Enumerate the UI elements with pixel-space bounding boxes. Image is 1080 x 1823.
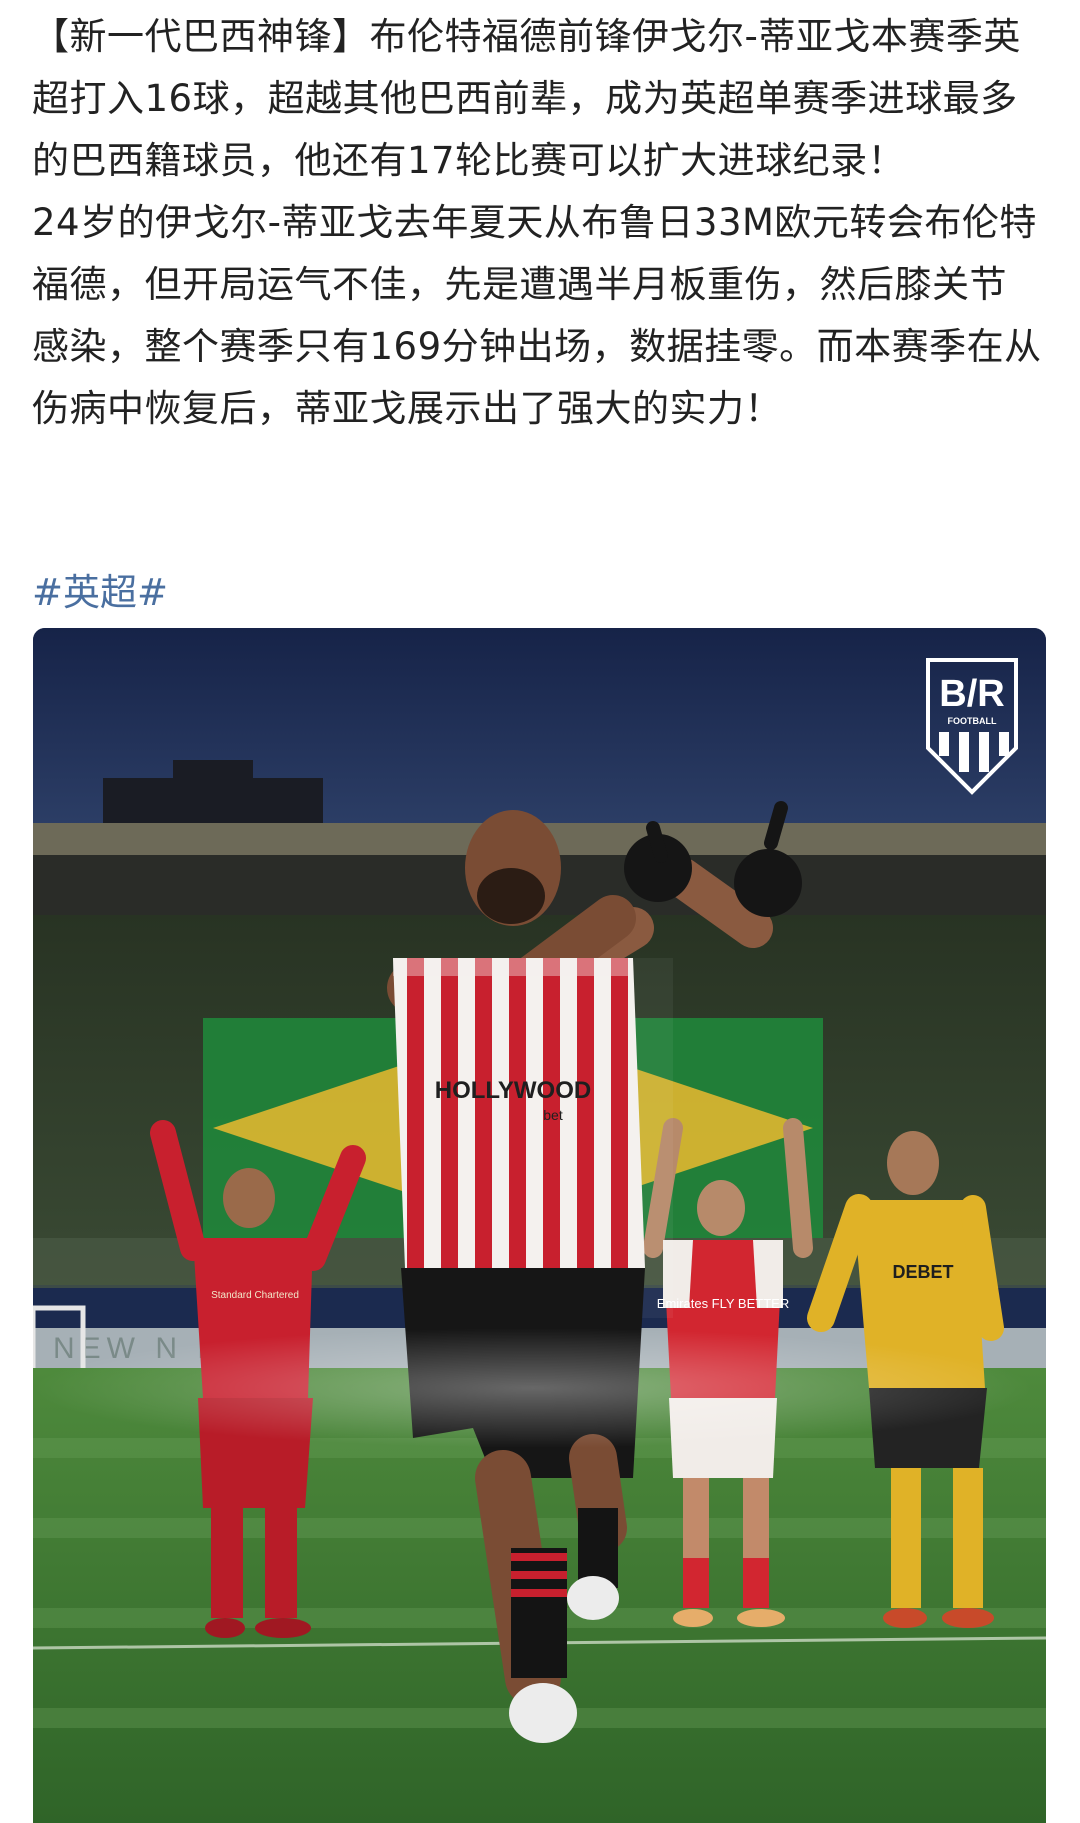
post-image[interactable]: NEW N ERO B/R FOOTBALL [33,628,1046,1823]
post-body: 【新一代巴西神锋】布伦特福德前锋伊戈尔-蒂亚戈本赛季英超打入16球，超越其他巴西… [32,6,1042,440]
hashtag-link[interactable]: #英超# [32,562,168,624]
br-logo-text: B/R [939,673,1004,715]
liverpool-sponsor: Standard Chartered [211,1290,299,1301]
brentford-sponsor-sub: bet [543,1107,563,1123]
post-paragraph-1: 【新一代巴西神锋】布伦特福德前锋伊戈尔-蒂亚戈本赛季英超打入16球，超越其他巴西… [32,15,1021,182]
br-logo-subtext: FOOTBALL [948,716,997,726]
weibo-post: 【新一代巴西神锋】布伦特福德前锋伊戈尔-蒂亚戈本赛季英超打入16球，超越其他巴西… [0,0,1080,1823]
arsenal-sponsor: Emirates FLY BETTER [657,1296,789,1311]
football-poster: NEW N ERO B/R FOOTBALL [33,628,1046,1823]
brentford-sponsor: HOLLYWOOD [435,1077,591,1104]
post-paragraph-2: 24岁的伊戈尔-蒂亚戈去年夏天从布鲁日33M欧元转会布伦特福德，但开局运气不佳，… [32,201,1042,430]
wolves-sponsor: DEBET [892,1262,953,1282]
